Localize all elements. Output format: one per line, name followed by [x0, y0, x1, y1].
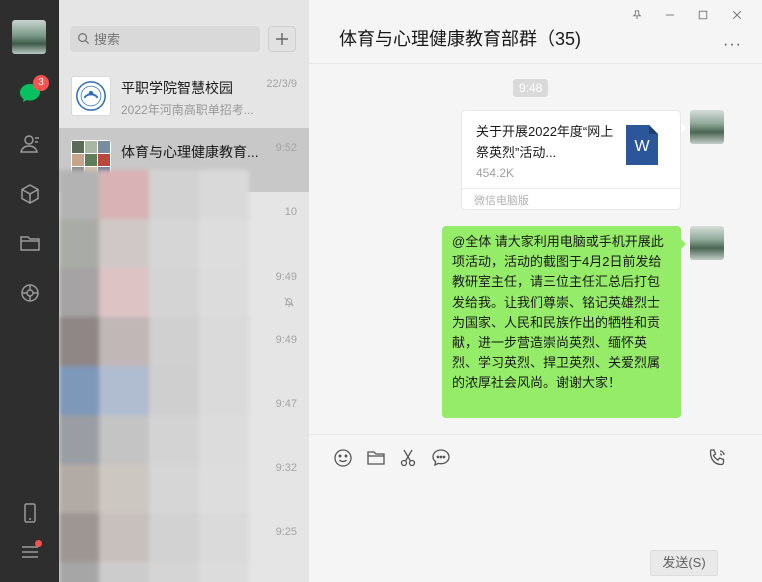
chat-time: 22/3/9 [266, 78, 297, 90]
chat-time: 9:49 [275, 334, 297, 346]
user-avatar[interactable] [12, 20, 46, 54]
maximize-button[interactable] [693, 6, 713, 24]
emoji-icon[interactable] [332, 447, 354, 469]
aperture-icon [20, 284, 39, 302]
search-icon [78, 33, 90, 45]
scissors-icon[interactable] [397, 447, 419, 469]
file-source: 微信电脑版 [474, 195, 529, 207]
nav-collections[interactable] [0, 174, 59, 214]
nav-chats[interactable]: 3 [0, 73, 59, 113]
folder-icon [19, 236, 40, 251]
message-composer: 发送(S) [309, 434, 762, 582]
chat-time: 9:49 [275, 271, 297, 283]
minimize-icon [665, 14, 675, 16]
add-chat-button[interactable] [268, 26, 296, 52]
nav-rail: 3 [0, 0, 59, 582]
chat-name: 体育与心理健康教育... [121, 144, 259, 160]
close-icon [732, 10, 742, 20]
pin-button[interactable] [627, 6, 647, 24]
close-button[interactable] [727, 6, 747, 24]
conversation-header: 体育与心理健康教育部群（35) ··· [309, 0, 762, 64]
maximize-icon [698, 10, 708, 20]
minimize-button[interactable] [660, 6, 680, 24]
phone-icon [23, 503, 36, 523]
sender-avatar[interactable] [690, 226, 724, 260]
chat-time: 9:47 [275, 398, 297, 410]
menu-notification-dot [35, 540, 42, 547]
nav-files[interactable] [0, 223, 59, 263]
word-document-icon: W [626, 125, 658, 165]
mute-bell-icon [284, 297, 294, 307]
nav-phone[interactable] [0, 493, 59, 533]
file-message[interactable]: 关于开展2022年度“网上祭英烈”活动... W 454.2K 微信电脑版 [461, 110, 681, 210]
chat-time: 9:52 [275, 142, 297, 154]
campus-logo [71, 76, 111, 116]
chat-time: 9:25 [275, 526, 297, 538]
file-title: 关于开展2022年度“网上祭英烈”活动... [476, 124, 614, 160]
text-message-bubble[interactable]: @全体 请大家利用电脑或手机开展此项活动，活动的截图于4月2日前发给教研室主任，… [442, 226, 681, 418]
pin-icon [632, 10, 642, 20]
search-box[interactable] [70, 26, 260, 52]
chat-list: 平职学院智慧校园 2022年河南高职单招考... 22/3/9 体育与心理健康教… [59, 0, 309, 582]
chat-preview: 2022年河南高职单招考... [121, 103, 254, 117]
blurred-chat-avatars [59, 170, 249, 582]
unread-badge: 3 [33, 75, 49, 91]
chat-time: 9:32 [275, 462, 297, 474]
file-card-divider [462, 188, 680, 189]
conversation-title[interactable]: 体育与心理健康教育部群（35) [339, 25, 581, 51]
nav-menu[interactable] [0, 532, 59, 572]
chat-name: 平职学院智慧校园 [121, 80, 233, 96]
contacts-icon [19, 135, 39, 153]
nav-moments[interactable] [0, 273, 59, 313]
more-options-button[interactable]: ··· [723, 36, 742, 54]
message-timestamp: 9:48 [513, 79, 549, 97]
plus-icon [276, 33, 288, 45]
voice-call-icon[interactable] [706, 447, 728, 469]
chat-bubble-icon[interactable] [430, 447, 452, 469]
search-input[interactable] [94, 26, 254, 52]
send-button[interactable]: 发送(S) [650, 550, 718, 576]
folder-icon[interactable] [365, 447, 387, 469]
bubble-tail [680, 238, 686, 250]
conversation-pane: 体育与心理健康教育部群（35) ··· 9:48 关于开展2022年度“网上祭英… [309, 0, 762, 582]
sender-avatar[interactable] [690, 110, 724, 144]
nav-contacts[interactable] [0, 124, 59, 164]
word-icon-letter: W [634, 138, 650, 155]
cube-icon [20, 184, 39, 204]
school-emblem-icon [76, 81, 106, 111]
chat-time: 10 [284, 206, 297, 218]
file-size: 454.2K [476, 166, 515, 180]
chat-item-campus[interactable]: 平职学院智慧校园 2022年河南高职单招考... 22/3/9 [59, 64, 309, 128]
